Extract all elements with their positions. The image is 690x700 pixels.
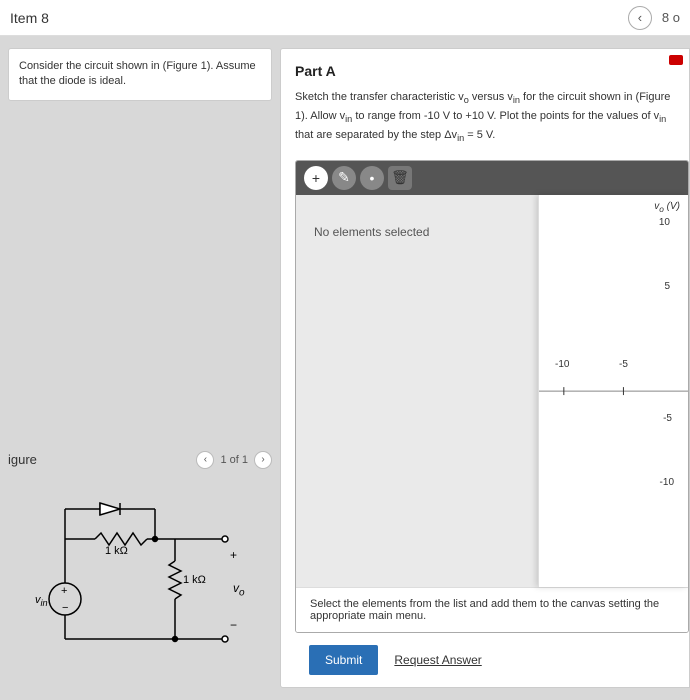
figure-next-button[interactable]: › xyxy=(254,451,272,469)
no-selection-message: No elements selected xyxy=(296,195,538,587)
graph-canvas[interactable]: vo (V) 10 5 -5 -10 -10 -5 xyxy=(538,195,688,587)
edit-tool-button[interactable]: ✎ xyxy=(332,166,356,190)
bookmark-icon[interactable] xyxy=(669,55,683,65)
svg-text:+: + xyxy=(230,548,237,562)
r2-label: 1 kΩ xyxy=(183,574,206,586)
svg-text:−: − xyxy=(230,618,237,632)
canvas-hint: Select the elements from the list and ad… xyxy=(296,587,688,632)
svg-text:+: + xyxy=(61,585,67,597)
figure-pager-text: 1 of 1 xyxy=(220,454,248,466)
add-tool-button[interactable]: + xyxy=(304,166,328,190)
item-title: Item 8 xyxy=(10,10,49,26)
figure-title: igure xyxy=(8,452,37,467)
request-answer-link[interactable]: Request Answer xyxy=(394,653,481,667)
submit-button[interactable]: Submit xyxy=(309,645,378,675)
figure-prev-button[interactable]: ‹ xyxy=(196,451,214,469)
svg-text:−: − xyxy=(62,602,68,614)
item-counter: 8 o xyxy=(662,10,680,25)
prev-item-button[interactable]: ‹ xyxy=(628,6,652,30)
part-a-title: Part A xyxy=(295,63,689,79)
point-tool-button[interactable]: • xyxy=(360,166,384,190)
delete-tool-button[interactable]: 🗑 xyxy=(388,166,412,190)
question-text: Sketch the transfer characteristic vo ve… xyxy=(295,89,689,146)
circuit-figure: + − xyxy=(25,489,255,659)
canvas-toolbar: + ✎ • 🗑 xyxy=(296,161,688,195)
problem-prompt: Consider the circuit shown in (Figure 1)… xyxy=(8,48,272,101)
r1-label: 1 kΩ xyxy=(105,545,128,557)
